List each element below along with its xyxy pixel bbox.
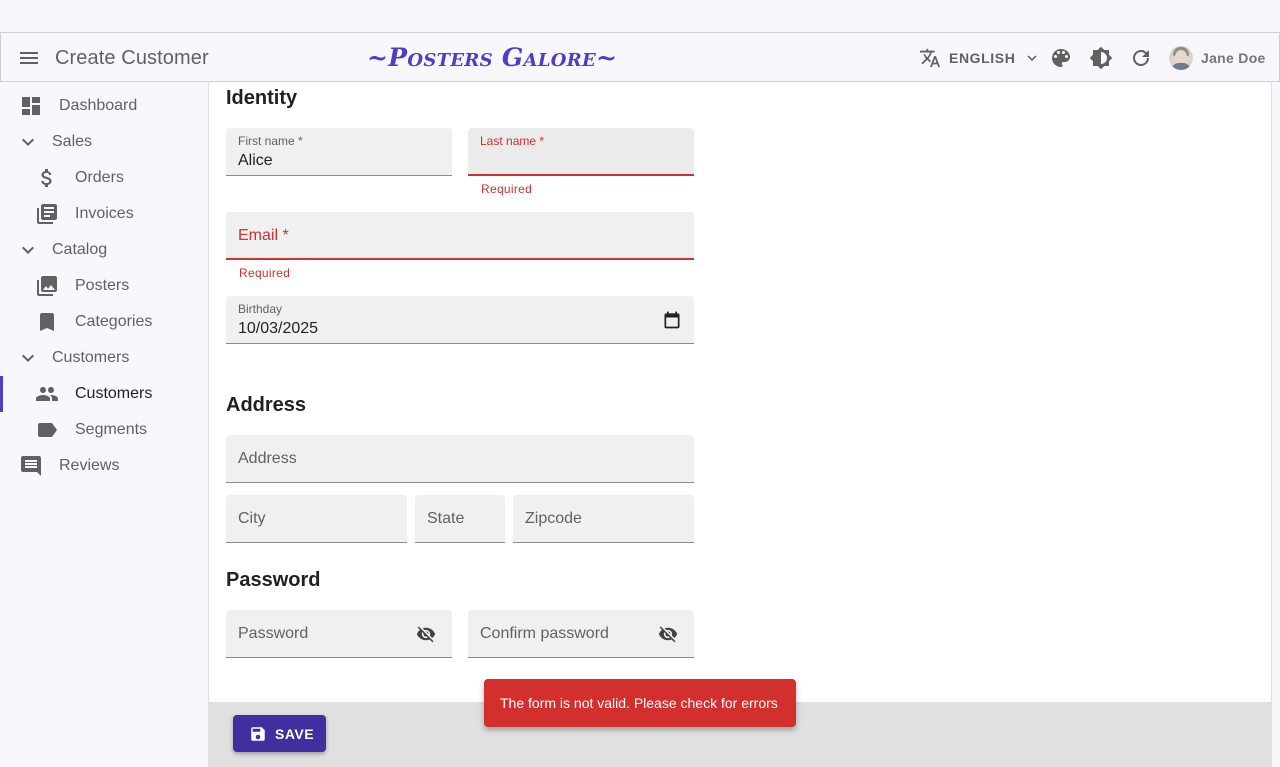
- email-label: Email *: [238, 227, 289, 244]
- sidebar-item-label: Sales: [52, 133, 93, 150]
- sidebar-item-label: Reviews: [59, 457, 120, 474]
- save-button-label: SAVE: [275, 726, 315, 742]
- sidebar-group-catalog[interactable]: Catalog: [0, 232, 208, 268]
- zipcode-field[interactable]: Zipcode: [513, 495, 694, 543]
- last-name-field[interactable]: Last name *: [468, 128, 694, 176]
- calendar-icon[interactable]: [662, 310, 682, 330]
- sidebar-item-label: Posters: [75, 277, 130, 294]
- dashboard-icon: [19, 94, 43, 118]
- confirm-password-field[interactable]: Confirm password: [468, 610, 694, 658]
- customer-form: Identity First name * Alice Last name * …: [208, 82, 1272, 767]
- first-name-field[interactable]: First name * Alice: [226, 128, 452, 176]
- sidebar-item-dashboard[interactable]: Dashboard: [0, 88, 208, 124]
- label-icon: [35, 418, 59, 442]
- save-icon: [249, 725, 267, 743]
- first-name-value: Alice: [238, 152, 273, 169]
- chevron-down-icon: [1023, 49, 1041, 67]
- section-title-address: Address: [226, 394, 307, 416]
- visibility-off-icon[interactable]: [658, 624, 678, 644]
- birthday-label: Birthday: [238, 302, 283, 316]
- app-bar: Create Customer ~Posters Galore~ ENGLISH…: [0, 32, 1280, 82]
- sidebar-item-categories[interactable]: Categories: [0, 304, 208, 340]
- user-menu[interactable]: Jane Doe: [1169, 46, 1266, 70]
- address-field[interactable]: Address: [226, 435, 694, 483]
- section-title-password: Password: [226, 569, 321, 591]
- birthday-value: 10/03/2025: [238, 320, 319, 337]
- user-name: Jane Doe: [1201, 50, 1266, 66]
- save-button[interactable]: SAVE: [233, 715, 326, 752]
- snackbar-message: The form is not valid. Please check for …: [500, 695, 778, 711]
- sidebar-item-label: Categories: [75, 313, 153, 330]
- first-name-label: First name *: [238, 134, 303, 148]
- sidebar-group-customers[interactable]: Customers: [0, 340, 208, 376]
- sidebar-item-label: Dashboard: [59, 97, 138, 114]
- last-name-label: Last name *: [480, 134, 545, 148]
- sidebar-group-sales[interactable]: Sales: [0, 124, 208, 160]
- email-error: Required: [239, 266, 291, 280]
- chevron-down-icon: [16, 238, 40, 262]
- library-books-icon: [35, 202, 59, 226]
- chevron-down-icon: [16, 346, 40, 370]
- sidebar-item-label: Catalog: [52, 241, 108, 258]
- collections-icon: [35, 274, 59, 298]
- palette-icon[interactable]: [1049, 46, 1073, 70]
- last-name-error: Required: [481, 182, 533, 196]
- people-icon: [35, 382, 59, 406]
- sidebar-item-label: Segments: [75, 421, 148, 438]
- chevron-down-icon: [16, 130, 40, 154]
- birthday-field[interactable]: Birthday 10/03/2025: [226, 296, 694, 344]
- state-label: State: [427, 510, 465, 527]
- visibility-off-icon[interactable]: [416, 624, 436, 644]
- sidebar-item-customers[interactable]: Customers: [0, 376, 208, 412]
- bookmark-icon: [35, 310, 59, 334]
- email-field[interactable]: Email *: [226, 212, 694, 260]
- zipcode-label: Zipcode: [525, 510, 582, 527]
- avatar: [1169, 46, 1193, 70]
- address-label: Address: [238, 450, 297, 467]
- translate-icon: [919, 47, 941, 69]
- city-label: City: [238, 510, 266, 527]
- dollar-icon: [35, 166, 59, 190]
- refresh-icon[interactable]: [1129, 46, 1153, 70]
- sidebar-item-posters[interactable]: Posters: [0, 268, 208, 304]
- language-label: ENGLISH: [949, 50, 1016, 66]
- language-selector[interactable]: ENGLISH: [919, 47, 1041, 69]
- sidebar-item-label: Invoices: [75, 205, 134, 222]
- sidebar-item-orders[interactable]: Orders: [0, 160, 208, 196]
- sidebar-item-label: Customers: [52, 349, 130, 366]
- password-field[interactable]: Password: [226, 610, 452, 658]
- sidebar-item-label: Customers: [75, 385, 153, 402]
- state-field[interactable]: State: [415, 495, 505, 543]
- password-label: Password: [238, 625, 309, 642]
- sidebar-item-label: Orders: [75, 169, 124, 186]
- city-field[interactable]: City: [226, 495, 407, 543]
- confirm-password-label: Confirm password: [480, 625, 609, 642]
- page-title: Create Customer: [55, 47, 209, 69]
- sidebar-item-reviews[interactable]: Reviews: [0, 448, 208, 484]
- comment-icon: [19, 454, 43, 478]
- sidebar-item-segments[interactable]: Segments: [0, 412, 208, 448]
- sidebar-item-invoices[interactable]: Invoices: [0, 196, 208, 232]
- error-snackbar: The form is not valid. Please check for …: [484, 679, 796, 727]
- brand-logo: ~Posters Galore~: [367, 43, 618, 72]
- menu-icon[interactable]: [17, 46, 41, 70]
- section-title-identity: Identity: [226, 87, 298, 109]
- brightness-icon[interactable]: [1089, 46, 1113, 70]
